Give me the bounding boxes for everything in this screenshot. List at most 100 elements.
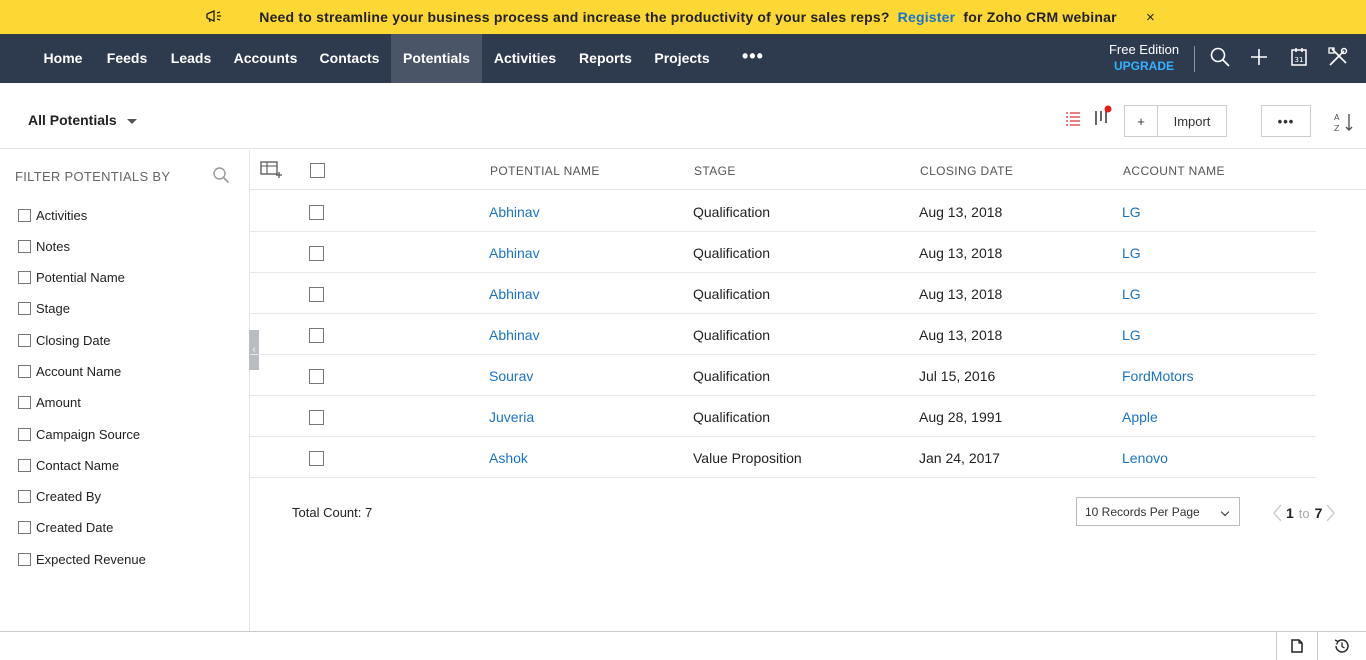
import-button[interactable]: Import — [1157, 105, 1227, 137]
account-name-link[interactable]: Apple — [1122, 409, 1158, 425]
filter-checkbox[interactable] — [18, 552, 31, 566]
potential-name-link[interactable]: Abhinav — [489, 286, 540, 302]
nav-leads[interactable]: Leads — [159, 34, 223, 83]
potential-name-link[interactable]: Abhinav — [489, 204, 540, 220]
filter-label: Campaign Source — [36, 426, 141, 442]
table-row[interactable]: Abhinav Qualification Aug 13, 2018 LG — [250, 191, 1316, 232]
promo-banner: Need to streamline your business process… — [0, 0, 1366, 34]
table-row[interactable]: Abhinav Qualification Aug 13, 2018 LG — [250, 273, 1316, 314]
filter-checkbox[interactable] — [18, 364, 31, 378]
row-checkbox[interactable] — [309, 369, 324, 384]
filter-checkbox[interactable] — [18, 270, 31, 284]
list-view-icon[interactable] — [1065, 111, 1081, 127]
nav-contacts[interactable]: Contacts — [308, 34, 391, 83]
select-all-checkbox[interactable] — [310, 163, 325, 178]
account-name-link[interactable]: LG — [1122, 204, 1141, 220]
kanban-view-icon[interactable] — [1094, 105, 1116, 127]
filter-notes[interactable]: Notes — [18, 237, 70, 255]
filter-potential-name[interactable]: Potential Name — [18, 268, 125, 286]
table-row[interactable]: Juveria Qualification Aug 28, 1991 Apple — [250, 396, 1316, 437]
filter-amount[interactable]: Amount — [18, 393, 81, 411]
tools-icon[interactable] — [1327, 46, 1349, 68]
filter-checkbox[interactable] — [18, 208, 31, 222]
search-icon[interactable] — [1209, 46, 1231, 68]
closing-date-cell: Aug 13, 2018 — [919, 245, 1003, 261]
filter-label: Created By — [36, 488, 102, 504]
nav-potentials[interactable]: Potentials — [391, 34, 482, 83]
nav-home[interactable]: Home — [31, 34, 95, 83]
list-toolbar: All Potentials + Import ••• A Z — [0, 83, 1366, 149]
column-stage[interactable]: STAGE — [694, 164, 736, 178]
filter-account-name[interactable]: Account Name — [18, 362, 121, 380]
potential-name-link[interactable]: Ashok — [489, 450, 528, 466]
stage-cell: Qualification — [693, 286, 771, 302]
table-row[interactable]: Abhinav Qualification Aug 13, 2018 LG — [250, 314, 1316, 355]
filter-closing-date[interactable]: Closing Date — [18, 331, 110, 349]
nav-feeds[interactable]: Feeds — [95, 34, 159, 83]
nav-reports[interactable]: Reports — [568, 34, 643, 83]
column-settings-icon[interactable] — [260, 160, 282, 178]
nav-projects[interactable]: Projects — [643, 34, 721, 83]
footer-notes-button[interactable] — [1276, 632, 1317, 660]
column-potential-name[interactable]: POTENTIAL NAME — [490, 164, 600, 178]
filter-checkbox[interactable] — [18, 301, 31, 315]
filter-checkbox[interactable] — [18, 239, 31, 253]
add-icon[interactable] — [1248, 46, 1270, 68]
account-name-link[interactable]: LG — [1122, 286, 1141, 302]
footer-history-button[interactable] — [1317, 632, 1366, 660]
edition-label: Free Edition — [1108, 42, 1180, 57]
account-name-link[interactable]: Lenovo — [1122, 450, 1168, 466]
potential-name-link[interactable]: Abhinav — [489, 245, 540, 261]
filter-search-icon[interactable] — [212, 166, 230, 184]
row-checkbox[interactable] — [309, 287, 324, 302]
filter-created-date[interactable]: Created Date — [18, 518, 113, 536]
account-name-link[interactable]: LG — [1122, 245, 1141, 261]
row-checkbox[interactable] — [309, 246, 324, 261]
table-header: POTENTIAL NAME STAGE CLOSING DATE ACCOUN… — [250, 150, 1366, 190]
previous-page-icon[interactable] — [1270, 503, 1286, 523]
potential-name-link[interactable]: Sourav — [489, 368, 533, 384]
row-checkbox[interactable] — [309, 205, 324, 220]
filter-checkbox[interactable] — [18, 395, 31, 409]
row-checkbox[interactable] — [309, 451, 324, 466]
create-potential-button[interactable]: + — [1124, 105, 1158, 137]
nav-more-button[interactable]: ••• — [742, 34, 764, 83]
closing-date-cell: Aug 13, 2018 — [919, 204, 1003, 220]
account-name-link[interactable]: FordMotors — [1122, 368, 1194, 384]
column-closing-date[interactable]: CLOSING DATE — [920, 164, 1013, 178]
column-account-name[interactable]: ACCOUNT NAME — [1123, 164, 1225, 178]
calendar-icon[interactable]: 31 — [1288, 46, 1310, 68]
banner-message: Need to streamline your business process… — [259, 9, 1116, 25]
filter-checkbox[interactable] — [18, 427, 31, 441]
records-per-page-select[interactable]: 10 Records Per Page — [1076, 497, 1240, 526]
table-row[interactable]: Ashok Value Proposition Jan 24, 2017 Len… — [250, 437, 1316, 478]
more-actions-button[interactable]: ••• — [1261, 105, 1311, 137]
potential-name-link[interactable]: Juveria — [489, 409, 534, 425]
filter-created-by[interactable]: Created By — [18, 487, 101, 505]
filter-activities[interactable]: Activities — [18, 206, 87, 224]
table-row[interactable]: Abhinav Qualification Aug 13, 2018 LG — [250, 232, 1316, 273]
chevron-down-icon — [1220, 507, 1230, 517]
filter-checkbox[interactable] — [18, 520, 31, 534]
filter-checkbox[interactable] — [18, 333, 31, 347]
account-name-link[interactable]: LG — [1122, 327, 1141, 343]
row-checkbox[interactable] — [309, 410, 324, 425]
filter-expected-revenue[interactable]: Expected Revenue — [18, 550, 146, 568]
filter-checkbox[interactable] — [18, 458, 31, 472]
top-nav: Home Feeds Leads Accounts Contacts Poten… — [0, 34, 1366, 83]
filter-contact-name[interactable]: Contact Name — [18, 456, 119, 474]
filter-checkbox[interactable] — [18, 489, 31, 503]
nav-accounts[interactable]: Accounts — [223, 34, 308, 83]
upgrade-link[interactable]: UPGRADE — [1100, 59, 1188, 73]
register-link[interactable]: Register — [898, 9, 956, 25]
filter-campaign-source[interactable]: Campaign Source — [18, 425, 140, 443]
next-page-icon[interactable] — [1322, 503, 1338, 523]
row-checkbox[interactable] — [309, 328, 324, 343]
nav-activities[interactable]: Activities — [482, 34, 568, 83]
potential-name-link[interactable]: Abhinav — [489, 327, 540, 343]
sort-icon[interactable]: A Z — [1333, 111, 1355, 133]
table-row[interactable]: Sourav Qualification Jul 15, 2016 FordMo… — [250, 355, 1316, 396]
view-selector[interactable]: All Potentials — [28, 112, 137, 128]
close-banner-button[interactable]: × — [1146, 9, 1155, 26]
filter-stage[interactable]: Stage — [18, 299, 70, 317]
